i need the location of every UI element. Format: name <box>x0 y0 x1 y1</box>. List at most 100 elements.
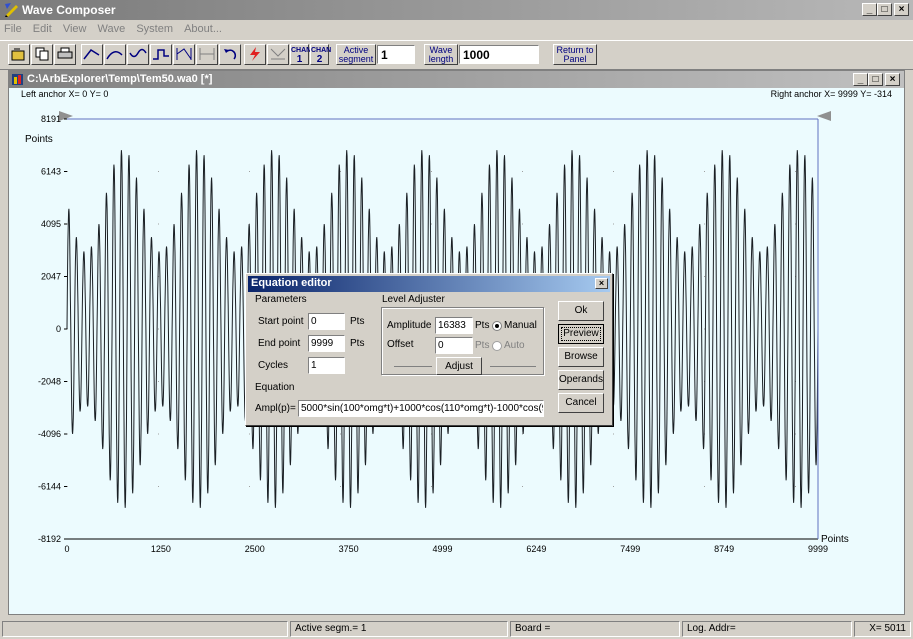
menu-system[interactable]: System <box>132 21 177 37</box>
maximize-button[interactable]: □ <box>877 3 892 16</box>
auto-label: Auto <box>504 340 525 351</box>
menu-about[interactable]: About... <box>180 21 226 37</box>
y-tick-label: 4095 <box>41 219 61 229</box>
cancel-button[interactable]: Cancel <box>558 393 604 413</box>
print-button[interactable] <box>54 44 76 65</box>
chan-1-button[interactable]: CHAN 1 <box>290 44 311 65</box>
wave-tool-1[interactable] <box>81 44 103 65</box>
wave-tool-6[interactable] <box>196 44 218 65</box>
toolbar: CHAN 1 CHAN 2 Active segment 1 Wave length 1… <box>0 40 913 70</box>
offset-unit: Pts <box>475 340 490 351</box>
wave-tool-2[interactable] <box>104 44 126 65</box>
document-titlebar[interactable]: C:\ArbExplorer\Temp\Tem50.wa0 [*] _ □ × <box>9 71 904 88</box>
status-log-addr: Log. Addr= <box>682 621 852 637</box>
x-tick-label: 8749 <box>714 544 734 554</box>
document-icon <box>12 74 23 85</box>
app-titlebar[interactable]: Wave Composer _ □ × <box>0 0 913 20</box>
wave-tool-4[interactable] <box>150 44 172 65</box>
x-tick-label: 3750 <box>339 544 359 554</box>
undo-icon <box>224 49 237 60</box>
menu-view[interactable]: View <box>59 21 91 37</box>
wave-tool-3[interactable] <box>127 44 149 65</box>
start-point-input[interactable]: 0 <box>308 313 345 330</box>
copy-button[interactable] <box>31 44 53 65</box>
modulation-button[interactable] <box>267 44 289 65</box>
return-to-panel-button[interactable]: Return to Panel <box>553 44 597 65</box>
menu-file[interactable]: File <box>0 21 26 37</box>
adjust-divider-right <box>490 366 536 367</box>
x-tick-label: 9999 <box>808 544 828 554</box>
status-board: Board = <box>510 621 680 637</box>
doc-maximize-button[interactable]: □ <box>868 73 883 86</box>
adjust-divider-left <box>394 366 432 367</box>
pencil-icon <box>5 3 18 17</box>
x-tick-label: 7499 <box>620 544 640 554</box>
chan-2-button[interactable]: CHAN 2 <box>310 44 331 65</box>
y-tick-label: -8192 <box>38 534 61 544</box>
active-segment-input[interactable]: 1 <box>377 45 415 64</box>
wave-smooth-icon <box>129 48 147 58</box>
browse-button[interactable]: Browse <box>558 347 604 367</box>
right-anchor-readout: Right anchor X= 9999 Y= -314 <box>770 89 892 99</box>
start-point-label: Start point <box>258 316 304 327</box>
download-button[interactable] <box>244 44 266 65</box>
dialog-title: Equation editor <box>251 277 332 289</box>
equation-input[interactable]: 5000*sin(100*omg*t)+1000*cos(110*omg*t)-… <box>298 400 544 417</box>
close-button[interactable]: × <box>894 3 909 16</box>
y-tick-label: -4096 <box>38 429 61 439</box>
document-title: C:\ArbExplorer\Temp\Tem50.wa0 [*] <box>27 73 213 85</box>
x-tick-label: 0 <box>64 544 69 554</box>
offset-label: Offset <box>387 339 414 350</box>
x-tick-label: 6249 <box>526 544 546 554</box>
marker-icon <box>176 48 192 60</box>
menu-wave[interactable]: Wave <box>94 21 130 37</box>
chan-1-number: 1 <box>296 54 303 65</box>
modulation-icon <box>270 48 286 60</box>
amplitude-label: Amplitude <box>387 320 432 331</box>
ok-button[interactable]: Ok <box>558 301 604 321</box>
dialog-titlebar[interactable]: Equation editor × <box>248 276 610 292</box>
operands-button[interactable]: Operands <box>558 370 604 390</box>
end-point-input[interactable]: 9999 <box>308 335 345 352</box>
y-tick-label: 6143 <box>41 167 61 177</box>
grid-icon <box>199 48 215 60</box>
auto-radio[interactable] <box>492 341 502 351</box>
end-point-label: End point <box>258 338 301 349</box>
x-tick-label: 2500 <box>245 544 265 554</box>
offset-input[interactable]: 0 <box>435 337 473 354</box>
lightning-icon <box>250 47 260 61</box>
right-anchor-marker[interactable] <box>817 111 831 121</box>
status-bar: Active segm.= 1 Board = Log. Addr= X= 50… <box>0 619 913 639</box>
minimize-button[interactable]: _ <box>862 3 877 16</box>
menu-edit[interactable]: Edit <box>29 21 56 37</box>
doc-minimize-button[interactable]: _ <box>853 73 868 86</box>
y-tick-label: -2048 <box>38 376 61 386</box>
open-file-button[interactable] <box>8 44 30 65</box>
wave-length-label-2: length <box>428 54 454 64</box>
cycles-input[interactable]: 1 <box>308 357 345 374</box>
left-anchor-readout: Left anchor X= 0 Y= 0 <box>21 89 109 99</box>
y-axis-title: Points <box>25 134 53 145</box>
cycles-label: Cycles <box>258 360 289 371</box>
end-point-unit: Pts <box>350 338 365 349</box>
preview-button[interactable]: Preview <box>558 324 604 344</box>
amplitude-input[interactable]: 16383 <box>435 317 473 334</box>
wave-length-button[interactable]: Wave length <box>424 44 458 65</box>
active-segment-label-2: segment <box>338 54 374 64</box>
wave-length-input[interactable]: 1000 <box>459 45 539 64</box>
step-icon <box>153 49 169 60</box>
app-title: Wave Composer <box>22 3 116 17</box>
active-segment-button[interactable]: Active segment <box>336 44 376 65</box>
wave-tool-5[interactable] <box>173 44 195 65</box>
status-pane-empty <box>2 621 288 637</box>
chan-2-number: 2 <box>316 54 323 65</box>
doc-close-button[interactable]: × <box>885 73 900 86</box>
status-active-segment: Active segm.= 1 <box>290 621 508 637</box>
undo-button[interactable] <box>219 44 241 65</box>
y-tick-label: 8191 <box>41 114 61 124</box>
dialog-close-button[interactable]: × <box>595 278 608 289</box>
x-tick-label: 1250 <box>151 544 171 554</box>
adjust-button[interactable]: Adjust <box>436 357 482 375</box>
manual-radio[interactable] <box>492 321 502 331</box>
wave-line-icon <box>83 49 100 60</box>
